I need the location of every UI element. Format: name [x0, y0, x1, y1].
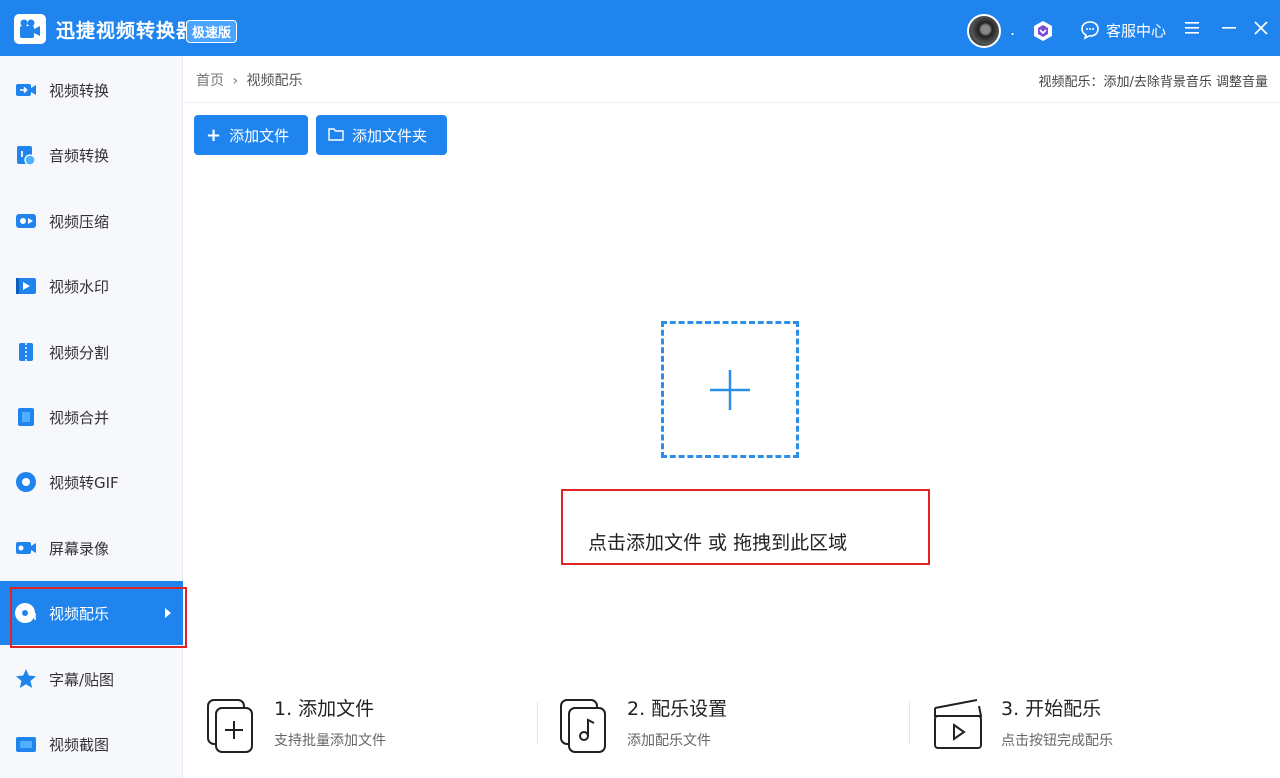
sidebar-item-video-merge[interactable]: 视频合并 — [0, 385, 183, 449]
video-compress-icon — [14, 209, 38, 233]
sidebar-item-video-compress[interactable]: 视频压缩 — [0, 189, 183, 253]
video-watermark-icon — [14, 274, 38, 298]
video-convert-icon — [14, 78, 38, 102]
sidebar-item-label: 视频转换 — [49, 81, 110, 100]
sidebar-item-video-watermark[interactable]: 视频水印 — [0, 254, 183, 318]
user-name-dot: . — [1010, 20, 1016, 39]
highlight-box-sidebar — [10, 587, 187, 648]
folder-icon — [328, 125, 344, 146]
sidebar-item-video-screenshot[interactable]: 视频截图 — [0, 712, 183, 776]
step-start-music: 3. 开始配乐 点击按钮完成配乐 — [931, 690, 1231, 760]
edition-badge: 极速版 — [186, 20, 238, 43]
drop-zone[interactable] — [661, 321, 799, 458]
video-gif-icon — [14, 470, 38, 494]
plus-icon — [710, 369, 750, 410]
title-bar: 迅捷视频转换器 极速版 . 客服中心 — [0, 0, 1280, 56]
music-settings-icon — [557, 694, 613, 754]
breadcrumb-separator: › — [232, 73, 239, 89]
sidebar-item-label: 视频水印 — [49, 277, 110, 296]
chat-bubble-icon[interactable] — [1080, 20, 1100, 40]
feature-hint: 视频配乐：添加/去除背景音乐 调整音量 — [1038, 75, 1268, 90]
step-desc: 添加配乐文件 — [627, 733, 711, 749]
close-icon[interactable] — [1250, 16, 1272, 40]
sidebar-item-label: 视频截图 — [49, 735, 110, 754]
vip-icon[interactable] — [1032, 20, 1054, 42]
breadcrumb: 首页 › 视频配乐 — [196, 70, 303, 90]
sidebar: 视频转换 音频转换 视频压缩 视频水印 视频分割 视频合并 视频转GIF 屏幕录… — [0, 56, 183, 778]
minimize-icon[interactable] — [1218, 16, 1240, 40]
video-split-icon — [14, 340, 38, 364]
step-title: 2. 配乐设置 — [627, 698, 728, 720]
add-file-label: 添加文件 — [229, 126, 290, 145]
sidebar-item-label: 屏幕录像 — [49, 539, 110, 558]
start-music-icon — [931, 694, 987, 754]
sidebar-item-label: 视频转GIF — [49, 473, 119, 492]
menu-icon[interactable] — [1181, 16, 1203, 40]
sidebar-item-audio-convert[interactable]: 音频转换 — [0, 123, 183, 187]
sidebar-item-label: 视频压缩 — [49, 212, 110, 231]
sidebar-item-label: 视频分割 — [49, 343, 110, 362]
add-folder-label: 添加文件夹 — [352, 126, 428, 145]
customer-service-link[interactable]: 客服中心 — [1106, 20, 1166, 41]
breadcrumb-current: 视频配乐 — [246, 73, 303, 89]
sidebar-item-screen-record[interactable]: 屏幕录像 — [0, 516, 183, 580]
step-title: 3. 开始配乐 — [1001, 698, 1102, 720]
plus-icon: + — [206, 124, 222, 146]
step-music-settings: 2. 配乐设置 添加配乐文件 — [557, 690, 857, 760]
add-file-button[interactable]: + 添加文件 — [194, 115, 308, 155]
step-add-file: 1. 添加文件 支持批量添加文件 — [204, 690, 504, 760]
app-title: 迅捷视频转换器 — [56, 20, 197, 42]
header-divider — [184, 102, 1280, 103]
step-divider — [909, 702, 910, 744]
highlight-box-drop-text — [561, 489, 930, 565]
breadcrumb-home[interactable]: 首页 — [196, 73, 224, 89]
video-screenshot-icon — [14, 732, 38, 756]
subtitle-sticker-icon — [14, 667, 38, 691]
video-merge-icon — [14, 405, 38, 429]
user-avatar[interactable] — [967, 14, 1001, 48]
sidebar-item-video-split[interactable]: 视频分割 — [0, 320, 183, 384]
sidebar-item-subtitle-sticker[interactable]: 字幕/贴图 — [0, 647, 183, 711]
sidebar-item-video-convert[interactable]: 视频转换 — [0, 58, 183, 122]
sidebar-item-label: 视频合并 — [49, 408, 110, 427]
step-desc: 支持批量添加文件 — [274, 733, 386, 749]
screen-record-icon — [14, 536, 38, 560]
sidebar-item-label: 字幕/贴图 — [49, 670, 115, 689]
step-desc: 点击按钮完成配乐 — [1001, 733, 1113, 749]
step-title: 1. 添加文件 — [274, 698, 375, 720]
sidebar-item-label: 音频转换 — [49, 146, 110, 165]
add-folder-button[interactable]: 添加文件夹 — [316, 115, 447, 155]
audio-convert-icon — [14, 143, 38, 167]
step-divider — [537, 702, 538, 744]
add-file-icon — [204, 694, 260, 754]
sidebar-item-video-gif[interactable]: 视频转GIF — [0, 450, 183, 514]
app-logo-icon — [14, 14, 46, 44]
